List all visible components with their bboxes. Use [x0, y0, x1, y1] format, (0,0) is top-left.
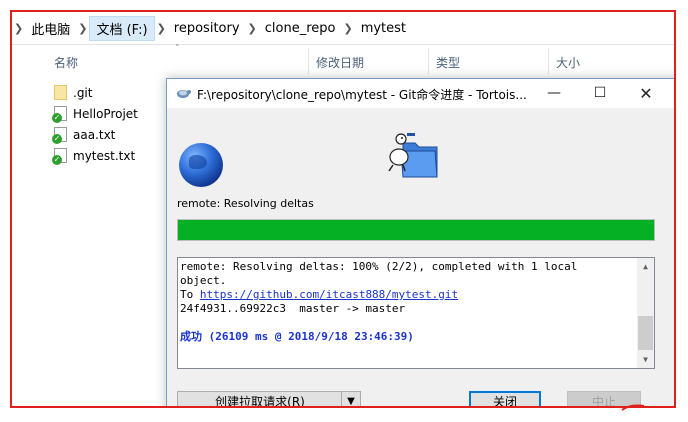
maximize-button[interactable]: ☐	[577, 79, 623, 108]
minimize-button[interactable]: —	[531, 79, 577, 108]
breadcrumb-drive[interactable]: 文档 (F:)	[89, 15, 155, 41]
scroll-thumb[interactable]	[638, 316, 653, 350]
log-line: To https://github.com/itcast888/mytest.g…	[180, 288, 636, 302]
chevron-right-icon: ❯	[14, 21, 24, 35]
breadcrumb-repository[interactable]: repository	[168, 21, 246, 36]
file-name: .git	[73, 85, 93, 100]
git-progress-dialog: F:\repository\clone_repo\mytest - Git命令进…	[166, 78, 674, 408]
scroll-down-icon[interactable]: ▼	[637, 351, 654, 368]
address-bar[interactable]: ❯ 此电脑 ❯ 文档 (F:) ❯ repository ❯ clone_rep…	[12, 12, 674, 45]
column-divider[interactable]	[308, 48, 309, 74]
log-line: remote: Resolving deltas: 100% (2/2), co…	[180, 260, 578, 273]
file-ok-icon: ✓	[52, 148, 67, 165]
breadcrumb-this-pc[interactable]: 此电脑	[25, 19, 76, 38]
list-item[interactable]: ✓ aaa.txt	[52, 124, 138, 145]
annotation-mark	[621, 404, 645, 411]
success-line: 成功 (26109 ms @ 2018/9/18 23:46:39)	[180, 330, 414, 343]
scrollbar[interactable]: ▲ ▼	[637, 258, 654, 368]
log-spacer	[180, 316, 636, 330]
list-item[interactable]: .git	[54, 82, 138, 103]
file-ok-icon: ✓	[52, 106, 67, 123]
file-name: HelloProjet	[73, 106, 138, 121]
chevron-right-icon: ❯	[247, 21, 257, 35]
close-window-button[interactable]: ✕	[623, 79, 669, 108]
column-date[interactable]: 修改日期	[316, 54, 364, 71]
screenshot-frame: ❯ 此电脑 ❯ 文档 (F:) ❯ repository ❯ clone_rep…	[10, 10, 676, 408]
log-line: object.	[180, 274, 227, 287]
breadcrumb-mytest[interactable]: mytest	[355, 21, 412, 36]
output-log[interactable]: remote: Resolving deltas: 100% (2/2), co…	[177, 257, 655, 369]
dropdown-arrow-icon[interactable]: ▼	[341, 392, 360, 406]
scroll-up-icon[interactable]: ▲	[637, 258, 654, 275]
column-name[interactable]: 名称	[54, 54, 78, 71]
folder-icon	[54, 85, 67, 100]
globe-icon	[179, 143, 223, 187]
log-prefix: To	[180, 288, 200, 301]
column-type[interactable]: 类型	[436, 54, 460, 71]
create-pull-request-button[interactable]: 创建拉取请求(R) ▼	[177, 391, 361, 408]
file-name: mytest.txt	[73, 148, 136, 163]
chevron-right-icon: ❯	[78, 21, 88, 35]
tortoise-folder-icon	[388, 133, 438, 178]
progress-fill	[178, 220, 654, 240]
file-name: aaa.txt	[73, 127, 116, 142]
column-size[interactable]: 大小	[556, 54, 580, 71]
breadcrumb-clone-repo[interactable]: clone_repo	[259, 21, 342, 36]
chevron-right-icon: ❯	[156, 21, 166, 35]
sort-up-icon: ˄	[175, 44, 180, 54]
list-item[interactable]: ✓ mytest.txt	[52, 145, 138, 166]
column-divider[interactable]	[548, 48, 549, 74]
status-text: remote: Resolving deltas	[177, 197, 314, 210]
close-button[interactable]: 关闭	[469, 391, 541, 406]
log-line: 24f4931..69922c3 master -> master	[180, 302, 406, 315]
repo-link[interactable]: https://github.com/itcast888/mytest.git	[200, 288, 458, 301]
column-divider[interactable]	[428, 48, 429, 74]
file-ok-icon: ✓	[52, 127, 67, 144]
create-pull-request-label: 创建拉取请求(R)	[215, 395, 305, 408]
list-item[interactable]: ✓ HelloProjet	[52, 103, 138, 124]
progress-bar	[177, 219, 655, 241]
tortoise-icon	[177, 90, 191, 98]
dialog-title: F:\repository\clone_repo\mytest - Git命令进…	[197, 88, 527, 102]
chevron-right-icon: ❯	[343, 21, 353, 35]
column-headers: ˄ 名称 修改日期 类型 大小	[12, 44, 674, 74]
file-list: .git ✓ HelloProjet ✓ aaa.txt ✓ mytest.tx…	[52, 82, 138, 166]
dialog-titlebar[interactable]: F:\repository\clone_repo\mytest - Git命令进…	[167, 79, 674, 108]
